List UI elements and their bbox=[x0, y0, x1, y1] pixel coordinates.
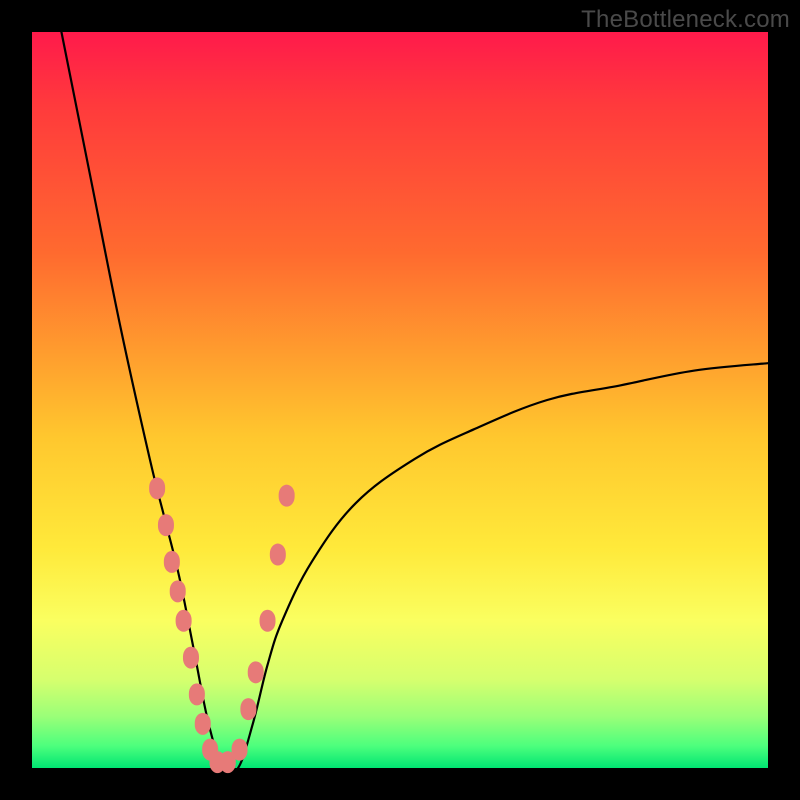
scatter-dot bbox=[158, 514, 174, 536]
scatter-dot bbox=[170, 580, 186, 602]
scatter-dot bbox=[183, 647, 199, 669]
bottleneck-curve bbox=[61, 32, 768, 774]
chart-frame: TheBottleneck.com bbox=[0, 0, 800, 800]
scatter-dot bbox=[189, 683, 205, 705]
scatter-dot bbox=[248, 661, 264, 683]
scatter-dot bbox=[195, 713, 211, 735]
scatter-dots bbox=[149, 477, 295, 773]
scatter-dot bbox=[240, 698, 256, 720]
scatter-dot bbox=[149, 477, 165, 499]
plot-area bbox=[32, 32, 768, 768]
scatter-dot bbox=[232, 739, 248, 761]
scatter-dot bbox=[270, 544, 286, 566]
watermark-text: TheBottleneck.com bbox=[581, 6, 790, 34]
chart-overlay bbox=[32, 32, 768, 768]
scatter-dot bbox=[260, 610, 276, 632]
scatter-dot bbox=[176, 610, 192, 632]
scatter-dot bbox=[164, 551, 180, 573]
scatter-dot bbox=[279, 485, 295, 507]
